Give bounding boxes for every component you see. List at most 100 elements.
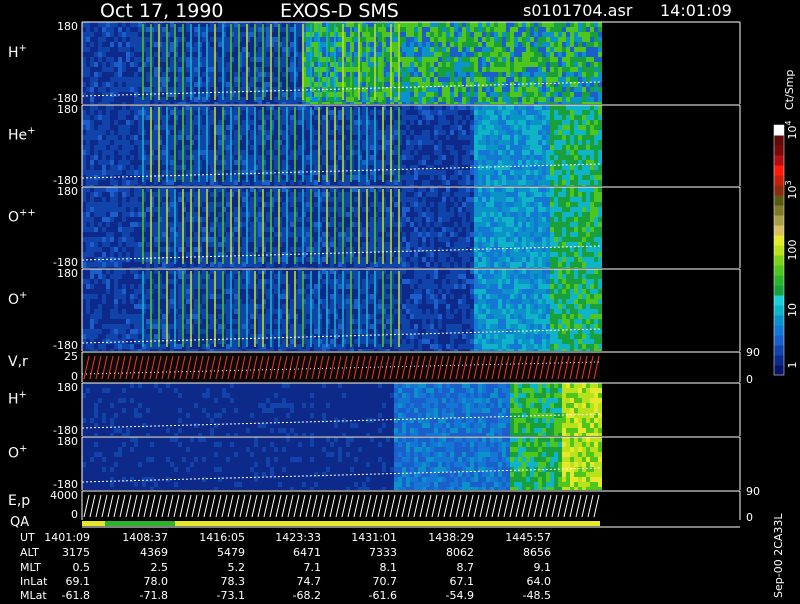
heatmap-cell [590, 92, 594, 97]
heatmap-cell [130, 105, 134, 110]
heatmap-cell [386, 170, 390, 175]
heatmap-cell [410, 120, 414, 125]
heatmap-cell [262, 102, 266, 104]
heatmap-cell [102, 92, 106, 97]
heatmap-cell [362, 52, 366, 57]
heatmap-cell [550, 77, 554, 82]
heatmap-cell [590, 72, 594, 77]
heatmap-cell [234, 145, 238, 150]
heatmap-cell [154, 145, 158, 150]
heatmap-cell [210, 155, 214, 160]
heatmap-cell [162, 170, 166, 175]
heatmap-cell [410, 175, 414, 180]
heatmap-cell [134, 227, 138, 232]
heatmap-cell [558, 102, 562, 104]
heatmap-cell [258, 185, 262, 186]
heatmap-cell [370, 102, 374, 104]
heatmap-cell [110, 92, 114, 97]
heatmap-cell [462, 32, 466, 37]
heatmap-cell [146, 47, 150, 52]
heatmap-cell [86, 267, 90, 268]
heatmap-cell [466, 67, 470, 72]
heatmap-cell [390, 185, 394, 186]
heatmap-cell [590, 170, 594, 175]
heatmap-cell [214, 185, 218, 186]
heatmap-cell [546, 62, 550, 67]
heatmap-cell [138, 32, 142, 37]
heatmap-cell [138, 67, 142, 72]
heatmap-cell [522, 37, 526, 42]
heatmap-cell [90, 202, 94, 207]
heatmap-cell [458, 135, 462, 140]
heatmap-cell [362, 92, 366, 97]
heatmap-cell [306, 155, 310, 160]
heatmap-cell [538, 185, 542, 186]
heatmap-cell [526, 47, 530, 52]
heatmap-cell [418, 37, 422, 42]
heatmap-cell [274, 57, 278, 62]
heatmap-cell [442, 175, 446, 180]
heatmap-cell [486, 160, 490, 165]
heatmap-cell [362, 120, 366, 125]
heatmap-cell [174, 102, 178, 104]
heatmap-cell [194, 32, 198, 37]
heatmap-cell [114, 130, 118, 135]
heatmap-cell [90, 72, 94, 77]
heatmap-cell [158, 185, 162, 186]
heatmap-cell [266, 160, 270, 165]
heatmap-cell [122, 105, 126, 110]
heatmap-cell [170, 232, 174, 237]
heatmap-cell [598, 22, 602, 27]
heatmap-cell [154, 42, 158, 47]
heatmap-cell [298, 77, 302, 82]
heatmap-cell [406, 57, 410, 62]
heatmap-cell [430, 155, 434, 160]
heatmap-cell [594, 175, 598, 180]
heatmap-cell [198, 185, 202, 186]
heatmap-cell [574, 87, 578, 92]
heatmap-cell [210, 97, 214, 102]
heatmap-cell [154, 197, 158, 202]
heatmap-cell [210, 27, 214, 32]
heatmap-cell [210, 120, 214, 125]
heatmap-cell [482, 102, 486, 104]
heatmap-cell [250, 97, 254, 102]
heatmap-cell [526, 105, 530, 110]
heatmap-cell [434, 27, 438, 32]
heatmap-cell [186, 212, 190, 217]
heatmap-cell [566, 185, 570, 186]
heatmap-cell [402, 155, 406, 160]
heatmap-cell [102, 97, 106, 102]
heatmap-cell [258, 150, 262, 155]
heatmap-cell [102, 110, 106, 115]
heatmap-cell [370, 77, 374, 82]
heatmap-cell [478, 22, 482, 27]
heatmap-cell [506, 92, 510, 97]
heatmap-cell [250, 130, 254, 135]
heatmap-cell [434, 87, 438, 92]
heatmap-cell [522, 115, 526, 120]
heatmap-cell [410, 77, 414, 82]
heatmap-cell [210, 145, 214, 150]
heatmap-cell [130, 62, 134, 67]
heatmap-cell [430, 135, 434, 140]
heatmap-cell [498, 115, 502, 120]
heatmap-cell [550, 185, 554, 186]
heatmap-cell [434, 130, 438, 135]
heatmap-cell [446, 170, 450, 175]
heatmap-cell [590, 135, 594, 140]
heatmap-cell [170, 87, 174, 92]
heatmap-cell [242, 165, 246, 170]
heatmap-cell [154, 125, 158, 130]
heatmap-cell [578, 67, 582, 72]
heatmap-cell [406, 130, 410, 135]
heatmap-cell [290, 102, 294, 104]
heatmap-cell [90, 227, 94, 232]
heatmap-cell [130, 160, 134, 165]
heatmap-cell [346, 185, 350, 186]
heatmap-cell [438, 110, 442, 115]
heatmap-cell [458, 110, 462, 115]
heatmap-cell [534, 135, 538, 140]
heatmap-streak [190, 24, 192, 100]
heatmap-cell [522, 52, 526, 57]
